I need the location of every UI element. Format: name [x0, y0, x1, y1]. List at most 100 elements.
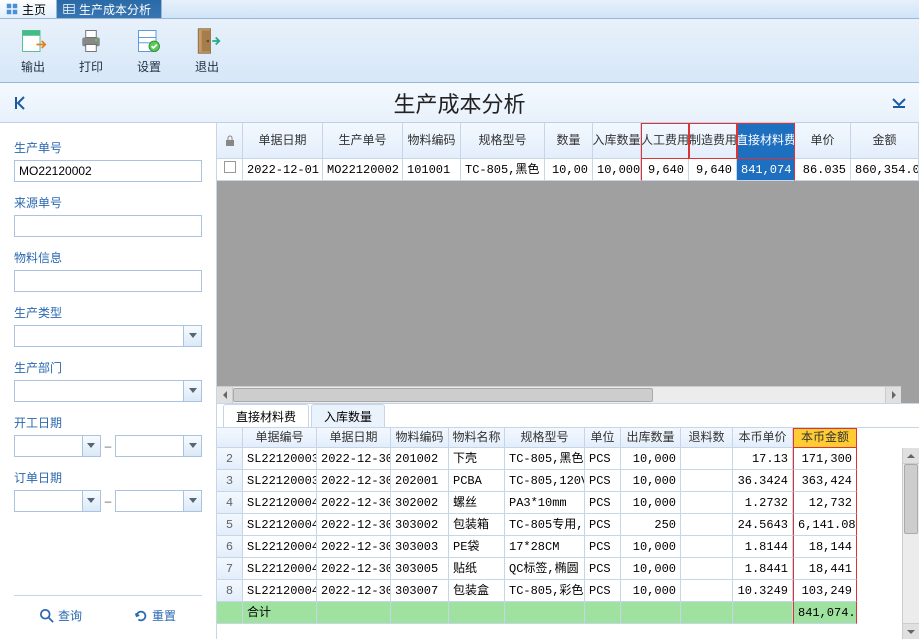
upper-grid[interactable]: 单据日期 生产单号 物料编码 规格型号 数量 入库数量 人工费用 制造费用 直接…	[217, 123, 919, 403]
row-check[interactable]	[217, 159, 243, 181]
total-amount: 841,074.0	[793, 602, 857, 624]
start-date-label: 开工日期	[14, 414, 202, 431]
chevron-down-icon[interactable]	[82, 436, 100, 456]
cell-code: 202001	[391, 470, 449, 492]
table-row[interactable]: 6SL221200042022-12-30303003PE袋17*28CMPCS…	[217, 536, 902, 558]
col-spec[interactable]: 规格型号	[461, 123, 545, 159]
scroll-up-icon[interactable]	[903, 448, 919, 464]
col-out-qty[interactable]: 出库数量	[621, 428, 681, 448]
scroll-thumb[interactable]	[904, 464, 918, 534]
sidebar-footer: 查询 重置	[14, 595, 202, 633]
col-mfg[interactable]: 制造费用	[689, 123, 737, 159]
table-row[interactable]: 8SL221200042022-12-30303007包装盒TC-805,彩色P…	[217, 580, 902, 602]
table-row[interactable]: 5SL221200042022-12-30303002包装箱TC-805专用,5…	[217, 514, 902, 536]
exit-button[interactable]: 退出	[184, 22, 230, 80]
source-order-input[interactable]	[14, 215, 202, 237]
col-unit[interactable]: 单位	[585, 428, 621, 448]
cell-name: 贴纸	[449, 558, 505, 580]
cell-unit: PCS	[585, 514, 621, 536]
cell-ret	[681, 448, 733, 470]
tab-analysis[interactable]: 生产成本分析	[57, 0, 162, 18]
grid-icon	[6, 3, 18, 15]
col-mat-code[interactable]: 物料编码	[391, 428, 449, 448]
chevron-down-icon[interactable]	[82, 491, 100, 511]
search-icon	[40, 609, 54, 623]
cell-spec: TC-805专用,5	[505, 514, 585, 536]
scroll-thumb[interactable]	[233, 388, 653, 402]
cell-code: 303003	[391, 536, 449, 558]
col-price[interactable]: 单价	[795, 123, 851, 159]
tab-in-qty[interactable]: 入库数量	[311, 404, 385, 428]
export-icon	[19, 27, 47, 55]
chevron-down-icon[interactable]	[183, 381, 201, 401]
cell-unit: PCS	[585, 536, 621, 558]
table-row[interactable]: 2SL221200032022-12-30201002下壳TC-805,黑色PC…	[217, 448, 902, 470]
tab-home[interactable]: 主页	[0, 0, 57, 18]
range-separator: –	[105, 439, 112, 453]
col-amount[interactable]: 金额	[851, 123, 919, 159]
export-button[interactable]: 输出	[10, 22, 56, 80]
cell-code: 303005	[391, 558, 449, 580]
table-row[interactable]: 4SL221200042022-12-30302002螺丝PA3*10mmPCS…	[217, 492, 902, 514]
prod-order-input[interactable]	[14, 160, 202, 182]
col-qty[interactable]: 数量	[545, 123, 593, 159]
cell-rownum	[217, 602, 243, 624]
start-date-from[interactable]	[14, 435, 101, 457]
material-info-input[interactable]	[14, 270, 202, 292]
col-order[interactable]: 生产单号	[323, 123, 403, 159]
prod-type-label: 生产类型	[14, 304, 202, 321]
scroll-left-icon[interactable]	[217, 387, 233, 403]
v-scrollbar[interactable]	[902, 448, 919, 639]
main-split: 生产单号 来源单号 物料信息 生产类型 生产部门 开工日期	[0, 123, 919, 639]
cell-out: 10,000	[621, 492, 681, 514]
col-material[interactable]: 物料编码	[403, 123, 461, 159]
filter-sidebar: 生产单号 来源单号 物料信息 生产类型 生产部门 开工日期	[0, 123, 217, 639]
lock-icon	[225, 135, 235, 147]
scroll-down-icon[interactable]	[903, 623, 919, 639]
cell-date: 2022-12-30	[317, 470, 391, 492]
print-button[interactable]: 打印	[68, 22, 114, 80]
col-doc-no[interactable]: 单据编号	[243, 428, 317, 448]
cell-amount: 12,732	[793, 492, 857, 514]
col-ret-qty[interactable]: 退料数	[681, 428, 733, 448]
cell-price: 1.2732	[733, 492, 793, 514]
col-spec[interactable]: 规格型号	[505, 428, 585, 448]
checkbox-icon[interactable]	[224, 161, 236, 173]
col-amount[interactable]: 本币金额	[793, 428, 857, 448]
col-lock[interactable]	[217, 123, 243, 159]
order-date-from[interactable]	[14, 490, 101, 512]
tab-direct-material[interactable]: 直接材料费	[223, 404, 309, 428]
table-row[interactable]: 3SL221200032022-12-30202001PCBATC-805,12…	[217, 470, 902, 492]
cell-out: 10,000	[621, 536, 681, 558]
col-date[interactable]: 单据日期	[243, 123, 323, 159]
col-labor[interactable]: 人工费用	[641, 123, 689, 159]
collapse-icon[interactable]	[889, 93, 909, 113]
start-date-to[interactable]	[115, 435, 202, 457]
col-doc-date[interactable]: 单据日期	[317, 428, 391, 448]
col-in-qty[interactable]: 入库数量	[593, 123, 641, 159]
h-scrollbar[interactable]	[217, 386, 901, 403]
col-direct-mat[interactable]: 直接材料费	[737, 123, 795, 159]
nav-first-icon[interactable]	[10, 93, 30, 113]
prod-type-combo[interactable]	[14, 325, 202, 347]
order-date-to[interactable]	[115, 490, 202, 512]
lower-grid[interactable]: 单据编号 单据日期 物料编码 物料名称 规格型号 单位 出库数量 退料数 本币单…	[217, 427, 919, 639]
chevron-down-icon[interactable]	[183, 436, 201, 456]
cell-amount: 363,424	[793, 470, 857, 492]
prod-dept-combo[interactable]	[14, 380, 202, 402]
table-row[interactable]: 2022-12-01 MO22120002 101001 TC-805,黑色 1…	[217, 159, 919, 181]
query-button[interactable]: 查询	[32, 604, 90, 627]
cell-out: 10,000	[621, 448, 681, 470]
col-unit-price[interactable]: 本币单价	[733, 428, 793, 448]
scroll-right-icon[interactable]	[885, 387, 901, 403]
cell-ret	[681, 470, 733, 492]
content-area: 单据日期 生产单号 物料编码 规格型号 数量 入库数量 人工费用 制造费用 直接…	[217, 123, 919, 639]
table-row[interactable]: 7SL221200042022-12-30303005贴纸QC标签,椭圆PCS1…	[217, 558, 902, 580]
chevron-down-icon[interactable]	[183, 491, 201, 511]
col-mat-name[interactable]: 物料名称	[449, 428, 505, 448]
cell-rownum: 6	[217, 536, 243, 558]
reset-button[interactable]: 重置	[126, 604, 184, 627]
chevron-down-icon[interactable]	[183, 326, 201, 346]
cell-material: 101001	[403, 159, 461, 181]
settings-button[interactable]: 设置	[126, 22, 172, 80]
